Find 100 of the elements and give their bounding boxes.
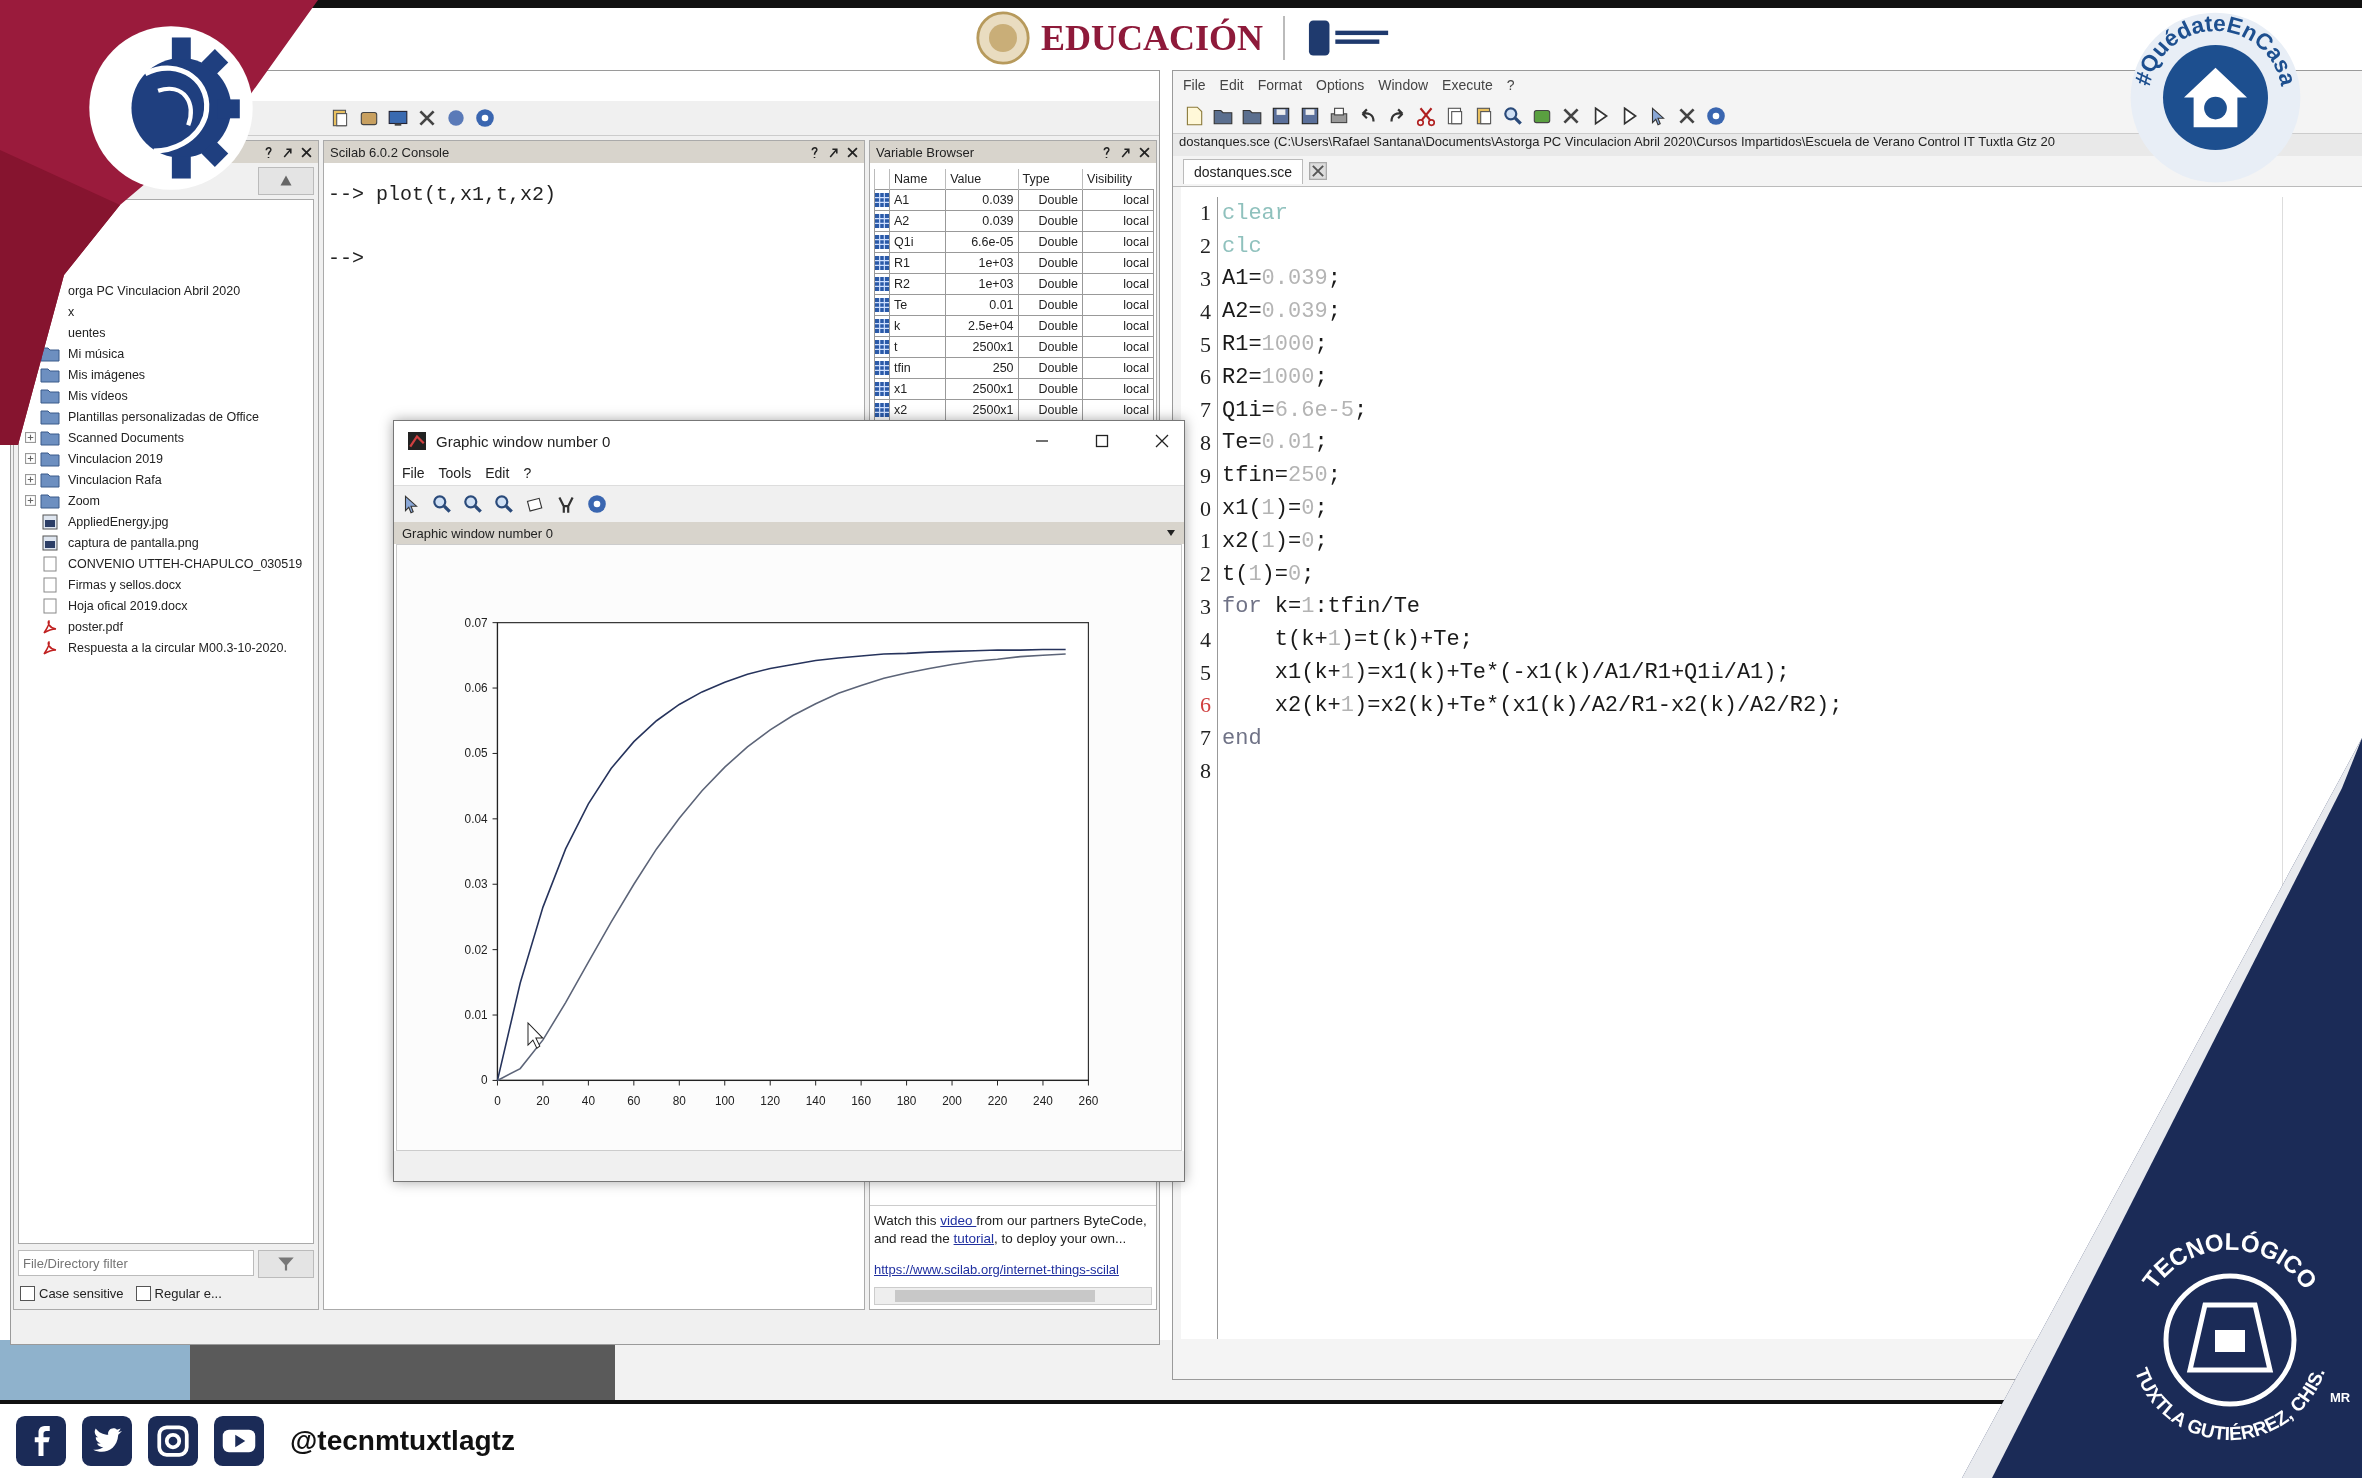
table-cell: local	[1082, 294, 1154, 316]
menu-item[interactable]: Window	[1378, 77, 1429, 93]
tree-item[interactable]: Mis vídeos	[68, 388, 128, 403]
close-icon[interactable]	[1309, 162, 1328, 180]
help-icon[interactable]	[1705, 105, 1727, 127]
table-cell: t	[889, 336, 946, 358]
maximize-icon[interactable]	[1094, 433, 1110, 449]
menu-item[interactable]: ?	[1506, 77, 1515, 93]
table-cell: Double	[1018, 210, 1083, 232]
table-cell: Double	[1018, 252, 1083, 274]
table-cell: local	[1082, 189, 1154, 211]
column-header[interactable]: Value	[945, 169, 1019, 190]
tree-item[interactable]: Vinculacion Rafa	[68, 472, 162, 487]
line-number: 0	[1199, 494, 1212, 523]
menu-item[interactable]: Execute	[1442, 77, 1493, 93]
help-icon[interactable]	[809, 146, 820, 158]
line-number: 3	[1199, 592, 1212, 621]
tree-item[interactable]: uentes	[68, 325, 106, 340]
tree-item[interactable]: x	[68, 304, 75, 319]
table-cell: 6.6e-05	[945, 231, 1019, 253]
tree-item[interactable]: Mis imágenes	[68, 367, 146, 382]
matrix-icon	[875, 319, 889, 333]
table-cell: 0.01	[945, 294, 1019, 316]
table-cell: 1e+03	[945, 273, 1019, 295]
close-icon[interactable]	[847, 146, 858, 158]
menu-item[interactable]: File	[402, 465, 425, 481]
tree-item[interactable]: Plantillas personalizadas de Office	[68, 409, 259, 424]
menu-item[interactable]: Tools	[438, 465, 472, 481]
code-line: x2(k+1)=x2(k)+Te*(x1(k)/A2/R1-x2(k)/A2/R2);	[1273, 692, 1843, 718]
close-icon[interactable]	[301, 146, 312, 158]
expand-icon[interactable]	[25, 495, 36, 506]
magnifier-icon[interactable]	[462, 493, 484, 515]
file-tab[interactable]: dostanques.sce	[1183, 158, 1304, 184]
figure-title: Graphic window number 0	[402, 525, 554, 541]
column-header[interactable]: Name	[889, 169, 946, 190]
menu-item[interactable]: File	[1183, 77, 1206, 93]
tree-item[interactable]: Hoja ofical 2019.docx	[68, 598, 188, 613]
table-cell: Double	[1018, 357, 1083, 379]
x-tick-label: 80	[672, 1093, 686, 1108]
code-line: x1(1)=0;	[1222, 496, 1328, 522]
help-icon[interactable]	[1101, 146, 1112, 158]
save-icon[interactable]	[1270, 105, 1292, 127]
expand-icon[interactable]	[25, 453, 36, 464]
save-icon[interactable]	[1299, 105, 1321, 127]
checkbox[interactable]	[20, 1286, 35, 1301]
code-line: Q1i=6.6e-5;	[1222, 397, 1368, 423]
expand-icon[interactable]	[25, 474, 36, 485]
help-icon[interactable]	[263, 146, 274, 158]
column-header[interactable]: Type	[1018, 169, 1083, 190]
tree-item[interactable]: Respuesta a la circular M00.3-10-2020.	[68, 640, 287, 655]
tree-item[interactable]: Vinculacion 2019	[68, 451, 163, 466]
tree-item[interactable]: captura de pantalla.png	[68, 535, 199, 550]
tree-item[interactable]: Scanned Documents	[68, 430, 185, 445]
tree-item[interactable]: CONVENIO UTTEH-CHAPULCO_030519	[68, 556, 303, 571]
help-icon[interactable]	[474, 107, 496, 129]
tree-item[interactable]: poster.pdf	[68, 619, 123, 634]
scissors-icon[interactable]	[1415, 105, 1437, 127]
table-cell: local	[1082, 336, 1154, 358]
magnifier-icon[interactable]	[431, 493, 453, 515]
app-icon	[408, 432, 426, 450]
undock-icon[interactable]	[1120, 146, 1131, 158]
table-cell: 0.039	[945, 210, 1019, 232]
checkbox[interactable]	[135, 1286, 151, 1301]
news-link[interactable]: tutorial	[953, 1230, 995, 1246]
panel-title: Scilab 6.0.2 Console	[330, 144, 451, 160]
menu-item[interactable]: Format	[1257, 77, 1303, 93]
expand-icon[interactable]	[25, 432, 36, 443]
code-line: t(1)=0;	[1222, 561, 1315, 587]
url-link[interactable]: https://www.scilab.org/internet-things-scilal	[874, 1262, 1152, 1277]
filter-field[interactable]: File/Directory filter	[18, 1250, 254, 1276]
table-cell: 2500x1	[945, 378, 1019, 400]
undock-icon[interactable]	[282, 146, 293, 158]
browse-button[interactable]	[258, 167, 314, 195]
close-icon[interactable]	[1154, 433, 1170, 449]
code-line: t(k+1)=t(k)+Te;	[1273, 627, 1473, 653]
undock-icon[interactable]	[828, 146, 839, 158]
checkbox-label: Regular e...	[154, 1286, 222, 1301]
tree-item[interactable]: Firmas y sellos.docx	[68, 577, 182, 592]
close-icon[interactable]	[1139, 146, 1150, 158]
table-cell: Double	[1018, 315, 1083, 337]
table-cell: Double	[1018, 294, 1083, 316]
filter-button[interactable]	[258, 1250, 314, 1278]
code-line: Te=0.01;	[1222, 430, 1328, 456]
help-icon[interactable]	[586, 493, 608, 515]
y-tick-label: 0.07	[464, 615, 488, 630]
menu-item[interactable]: Edit	[485, 465, 510, 481]
menu-item[interactable]: ?	[523, 465, 532, 481]
tree-item[interactable]: orga PC Vinculacion Abril 2020	[68, 283, 241, 298]
horizontal-scrollbar[interactable]	[874, 1287, 1152, 1305]
magnifier-icon[interactable]	[493, 493, 515, 515]
dropdown-arrow-icon[interactable]	[1166, 528, 1176, 538]
news-link[interactable]: video	[940, 1212, 977, 1228]
tree-item[interactable]: AppliedEnergy.jpg	[68, 514, 169, 529]
line-number: 6	[1199, 363, 1212, 392]
tree-item[interactable]: Zoom	[68, 493, 100, 508]
menu-item[interactable]: Options	[1316, 77, 1365, 93]
tree-item[interactable]: Mi música	[68, 346, 125, 361]
menu-item[interactable]: Edit	[1219, 77, 1244, 93]
column-header[interactable]: Visibility	[1082, 169, 1154, 190]
magnifier-icon[interactable]	[1502, 105, 1524, 127]
